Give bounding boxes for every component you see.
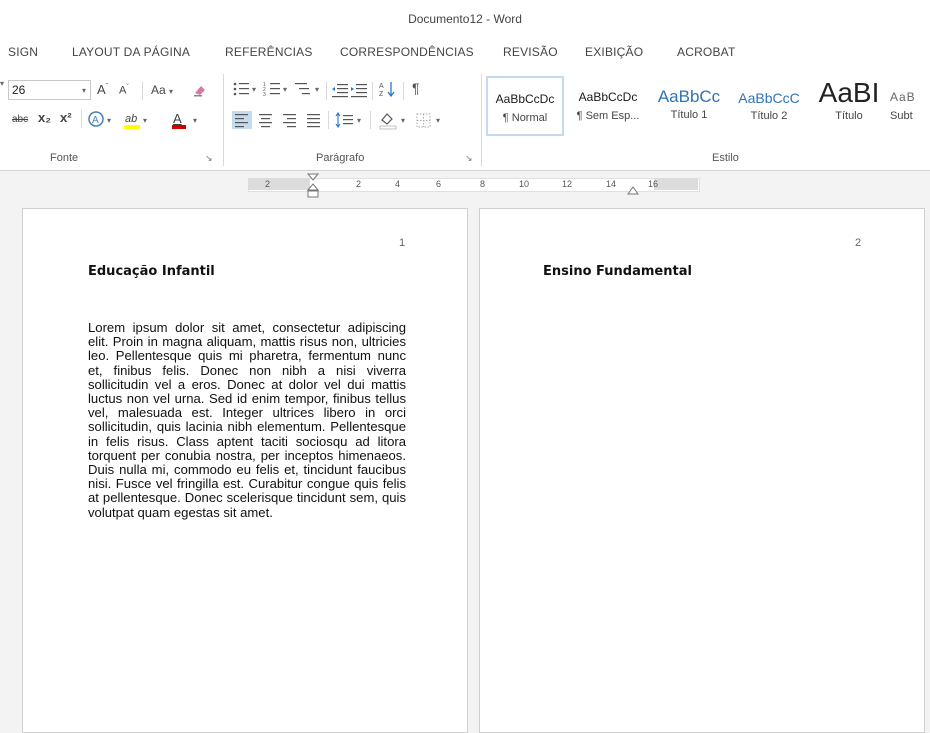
style-name: Subt [890,110,913,122]
svg-text:A: A [92,115,99,126]
borders-icon[interactable]: ▾ [415,111,447,134]
style-name: Título 1 [670,109,708,121]
svg-text:3: 3 [263,92,266,98]
styles-group-label: Estilo [712,152,739,164]
align-center-button[interactable] [256,111,276,134]
style-sem-espacamento[interactable]: AaBbCcDc ¶ Sem Esp... [569,76,647,136]
style-name: Título 2 [750,110,788,122]
ruler-left-margin [248,178,310,190]
workspace-left-edge [0,201,8,733]
line-spacing-icon[interactable]: ▾ [334,111,366,134]
tab-revisao[interactable]: REVISÃO [503,45,558,59]
dialog-launcher-icon[interactable]: ↘ [465,153,473,164]
style-preview: AaBbCcC [738,90,800,106]
page-heading[interactable]: Ensino Fundamental [543,264,692,279]
ruler-tick-label: 2 [356,179,362,189]
svg-text:▾: ▾ [283,85,287,94]
style-titulo[interactable]: AaBI Título [810,76,888,136]
justify-button[interactable] [304,111,324,134]
chevron-down-icon: ▾ [81,85,86,95]
style-preview: AaB [890,90,916,104]
ruler-tick-label: 16 [648,179,659,189]
window-title: Documento12 - Word [408,12,522,26]
page-2[interactable] [479,208,925,733]
tab-acrobat[interactable]: ACROBAT [677,45,736,59]
style-name: ¶ Normal [502,112,548,124]
show-formatting-marks-icon[interactable]: ¶ [412,80,420,96]
shrink-font-icon[interactable]: Aˇ [119,84,129,97]
font-group-label: Fonte [50,152,79,164]
grow-font-icon[interactable]: Aˆ [97,82,108,97]
style-normal[interactable]: AaBbCcDc ¶ Normal [486,76,564,136]
font-name-dropdown-icon[interactable]: ▾ [0,79,4,88]
paragraph-group-label: Parágrafo [316,152,365,164]
svg-text:▾: ▾ [436,116,440,125]
page-heading[interactable]: Educação Infantil [88,264,215,279]
tab-correspondencias[interactable]: CORRESPONDÊNCIAS [340,45,474,59]
subscript-button[interactable]: x₂ [38,110,51,125]
style-preview: AaBbCcDc [578,90,638,104]
ruler-tick-label: 8 [480,179,486,189]
ruler-tick-label: 10 [519,179,530,189]
tab-referencias[interactable]: REFERÊNCIAS [225,45,313,59]
text-effects-icon[interactable]: A ▾ [88,110,118,133]
font-color-icon[interactable]: A ▾ [171,110,203,135]
ruler-tick-label: 12 [562,179,573,189]
style-subtitulo[interactable]: AaB Subt [890,76,930,136]
decrease-indent-icon[interactable] [331,82,349,103]
change-case-label: Aa [151,83,166,97]
svg-text:A: A [379,83,384,90]
sort-icon[interactable]: AZ [378,80,398,103]
strikethrough-button[interactable]: abc [12,114,28,125]
multilevel-list-icon[interactable]: ▾ [294,80,324,103]
svg-text:▾: ▾ [252,85,256,94]
font-size-combo[interactable]: 26 ▾ [8,80,91,100]
indent-marker-icon[interactable] [306,173,320,204]
font-size-value: 26 [12,83,26,97]
title-bar: Documento12 - Word [0,0,930,38]
svg-text:▾: ▾ [315,85,319,94]
style-preview: AaBbCc [657,87,721,106]
page-number: 2 [855,237,862,249]
svg-text:ab: ab [125,113,137,125]
bullets-icon[interactable]: ▾ [232,80,260,103]
svg-text:Z: Z [379,91,384,98]
superscript-button[interactable]: x² [60,110,72,125]
svg-text:▾: ▾ [401,116,405,125]
tab-exibicao[interactable]: EXIBIÇÃO [585,45,643,59]
ruler-tick-label: 2 [265,179,271,189]
chevron-down-icon: ▾ [169,87,174,96]
body-paragraph[interactable]: Lorem ipsum dolor sit amet, consectetur … [88,320,406,520]
align-left-button[interactable] [232,111,252,129]
style-preview: AaBbCcDc [495,92,555,106]
svg-text:▾: ▾ [193,116,197,125]
ruler-tick-label: 14 [606,179,617,189]
svg-text:▾: ▾ [107,116,111,125]
dialog-launcher-icon[interactable]: ↘ [205,153,213,164]
page-number: 1 [399,237,406,249]
shading-icon[interactable]: ▾ [378,111,410,136]
ruler-tick-label: 6 [436,179,442,189]
svg-text:▾: ▾ [143,116,147,125]
numbering-icon[interactable]: 1 2 3 ▾ [263,80,291,103]
clear-formatting-icon[interactable] [192,82,208,103]
tab-layout-pagina[interactable]: LAYOUT DA PÁGINA [72,45,190,59]
svg-text:A: A [173,111,182,126]
ruler-tick-label: 4 [395,179,401,189]
right-indent-marker-icon[interactable] [627,183,639,201]
align-right-button[interactable] [280,111,300,134]
increase-indent-icon[interactable] [350,82,368,103]
tab-design[interactable]: SIGN [8,45,38,59]
change-case-button[interactable]: Aa ▾ [151,83,173,97]
style-preview: AaBI [818,78,880,108]
style-titulo-2[interactable]: AaBbCcC Título 2 [730,76,808,136]
ruler-right-margin [654,178,698,190]
style-titulo-1[interactable]: AaBbCc Título 1 [650,76,728,136]
style-name: ¶ Sem Esp... [576,110,640,122]
highlight-color-icon[interactable]: ab ▾ [123,110,153,135]
svg-text:▾: ▾ [357,116,361,125]
style-name: Título [835,110,863,122]
